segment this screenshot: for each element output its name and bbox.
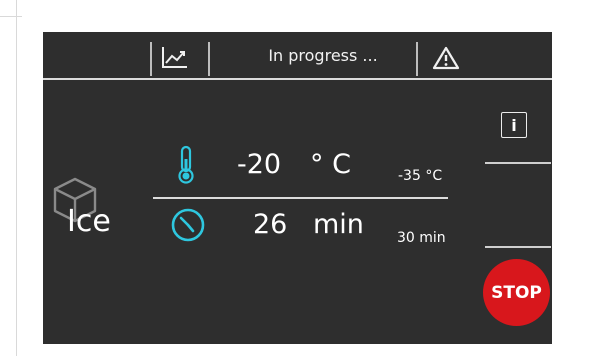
temperature-unit: ° C [310,149,351,180]
time-value: 26 [253,209,288,240]
mode-label: Ice [67,204,111,239]
time-target: 30 min [397,230,446,246]
top-bar-separator [150,42,152,76]
top-bar-separator [416,42,418,76]
warning-button[interactable] [429,42,463,74]
top-bar-divider [43,78,552,80]
chart-button[interactable] [157,42,191,74]
top-bar: In progress ... [43,32,552,80]
stop-button[interactable]: STOP [483,259,550,326]
value-divider [153,197,448,199]
control-screen: In progress ... i STOP Ice -20 ° C -35 °… [43,32,552,344]
time-unit: min [313,209,364,240]
thermometer-icon [178,145,194,184]
info-icon: i [511,115,517,135]
temperature-value: -20 [237,149,282,180]
page-frame-top [0,16,22,17]
warning-icon [432,46,460,70]
info-button[interactable]: i [501,112,527,138]
side-divider [485,246,551,248]
chart-icon [162,47,187,68]
side-divider [485,162,551,164]
clock-icon [171,208,205,242]
temperature-target: -35 °C [398,168,443,184]
status-text: In progress ... [268,46,378,65]
page-frame-line [16,0,17,356]
